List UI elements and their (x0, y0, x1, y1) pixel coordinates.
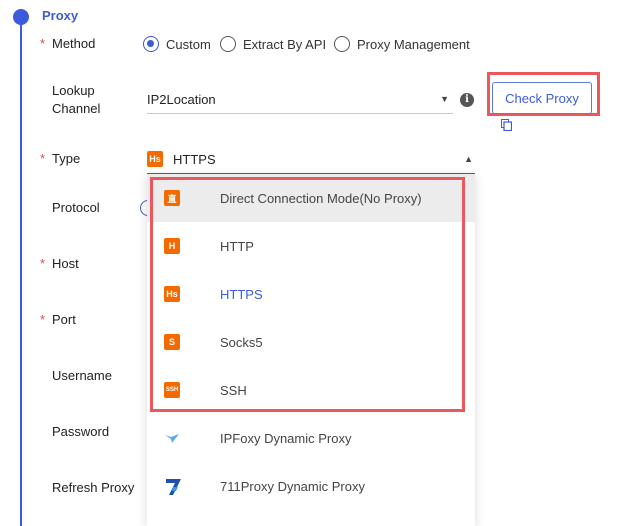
type-value: HTTPS (173, 151, 216, 167)
username-label: Username (52, 368, 112, 383)
caret-up-icon: ▲ (464, 154, 473, 164)
radio-proxy-management-label: Proxy Management (357, 36, 470, 52)
port-label: * Port (40, 311, 76, 329)
radio-custom-label: Custom (166, 36, 211, 52)
ipfoxy-logo-icon (165, 434, 179, 443)
radio-custom[interactable]: Custom (143, 34, 211, 54)
required-mark: * (40, 151, 46, 166)
radio-proxy-management[interactable]: Proxy Management (334, 34, 470, 54)
lookup-channel-label: Lookup Channel (52, 82, 100, 118)
required-mark: * (40, 312, 46, 327)
check-proxy-button[interactable]: Check Proxy (492, 82, 592, 114)
radio-unselected-icon (334, 36, 350, 52)
options-highlight-box (150, 177, 465, 412)
lookup-label-line2: Channel (52, 101, 101, 116)
radio-extract-by-api[interactable]: Extract By API (220, 34, 326, 54)
lookup-channel-select[interactable]: IP2Location ▼ (147, 85, 453, 114)
lookup-channel-value: IP2Location (147, 91, 216, 107)
711proxy-logo-icon (166, 479, 181, 495)
port-label-text: Port (52, 312, 76, 327)
host-label-text: Host (52, 256, 79, 271)
https-icon: Hs (147, 151, 163, 167)
option-711proxy-dynamic-proxy[interactable]: 711Proxy Dynamic Proxy (147, 462, 475, 510)
radio-extract-label: Extract By API (243, 36, 327, 52)
radio-unselected-icon (220, 36, 236, 52)
type-label: * Type (40, 150, 80, 168)
method-label: * Method (40, 35, 95, 53)
refresh-proxy-label: Refresh Proxy (52, 480, 135, 495)
timeline-dot (13, 9, 29, 25)
password-label: Password (52, 424, 110, 439)
lookup-label-line1: Lookup (52, 83, 95, 98)
info-icon[interactable]: i (460, 93, 474, 107)
type-select[interactable]: Hs HTTPS ▲ (147, 145, 475, 175)
radio-selected-icon (143, 36, 159, 52)
option-label: IPFoxy Dynamic Proxy (220, 430, 352, 446)
option-label: 711Proxy Dynamic Proxy (220, 478, 365, 494)
timeline-line (20, 16, 22, 526)
section-title: Proxy (42, 8, 79, 23)
copy-icon[interactable] (501, 119, 512, 131)
option-ipfoxy-dynamic-proxy[interactable]: IPFoxy Dynamic Proxy (147, 414, 475, 462)
type-label-text: Type (52, 151, 81, 166)
protocol-label: Protocol (52, 200, 100, 215)
method-label-text: Method (52, 36, 96, 51)
host-label: * Host (40, 255, 79, 273)
required-mark: * (40, 36, 46, 51)
required-mark: * (40, 256, 46, 271)
caret-down-icon: ▼ (440, 94, 449, 104)
